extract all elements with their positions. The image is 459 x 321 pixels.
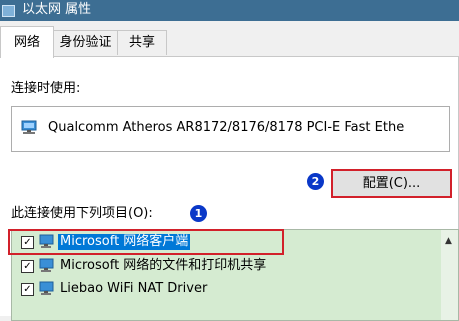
item-label: Microsoft 网络的文件和打印机共享 [60, 258, 267, 273]
title-bar: 以太网 属性 [0, 0, 459, 21]
list-item[interactable]: ✓ Liebao WiFi NAT Driver [12, 278, 432, 300]
connect-using-label: 连接时使用: [11, 81, 81, 96]
checkbox[interactable]: ✓ [21, 260, 34, 273]
tab-sharing[interactable]: 共享 [117, 30, 167, 55]
scroll-up-icon[interactable]: ▲ [445, 236, 452, 246]
adapter-name: Qualcomm Atheros AR8172/8176/8178 PCI-E … [48, 120, 405, 135]
window-title: 以太网 属性 [22, 2, 92, 17]
network-adapter-icon [21, 120, 37, 134]
scrollbar[interactable]: ▲ [441, 230, 458, 320]
checkbox[interactable]: ✓ [21, 283, 34, 296]
network-icon [2, 5, 15, 17]
adapter-box: Qualcomm Atheros AR8172/8176/8178 PCI-E … [11, 106, 450, 152]
list-item[interactable]: ✓ Microsoft 网络的文件和打印机共享 [12, 255, 432, 277]
network-panel: 连接时使用: Qualcomm Atheros AR8172/8176/8178… [0, 56, 459, 321]
tab-authentication[interactable]: 身份验证 [52, 30, 119, 55]
driver-icon [39, 281, 54, 295]
tab-network[interactable]: 网络 [0, 26, 54, 58]
file-sharing-icon [39, 258, 54, 272]
step-badge-1: 1 [190, 205, 207, 222]
highlight-outline [8, 229, 284, 255]
item-label: Liebao WiFi NAT Driver [60, 281, 208, 296]
tab-strip: 网络 身份验证 共享 [0, 26, 459, 58]
step-badge-2: 2 [307, 173, 324, 190]
configure-button[interactable]: 配置(C)... [331, 169, 452, 198]
items-label: 此连接使用下列项目(O): [11, 206, 153, 221]
